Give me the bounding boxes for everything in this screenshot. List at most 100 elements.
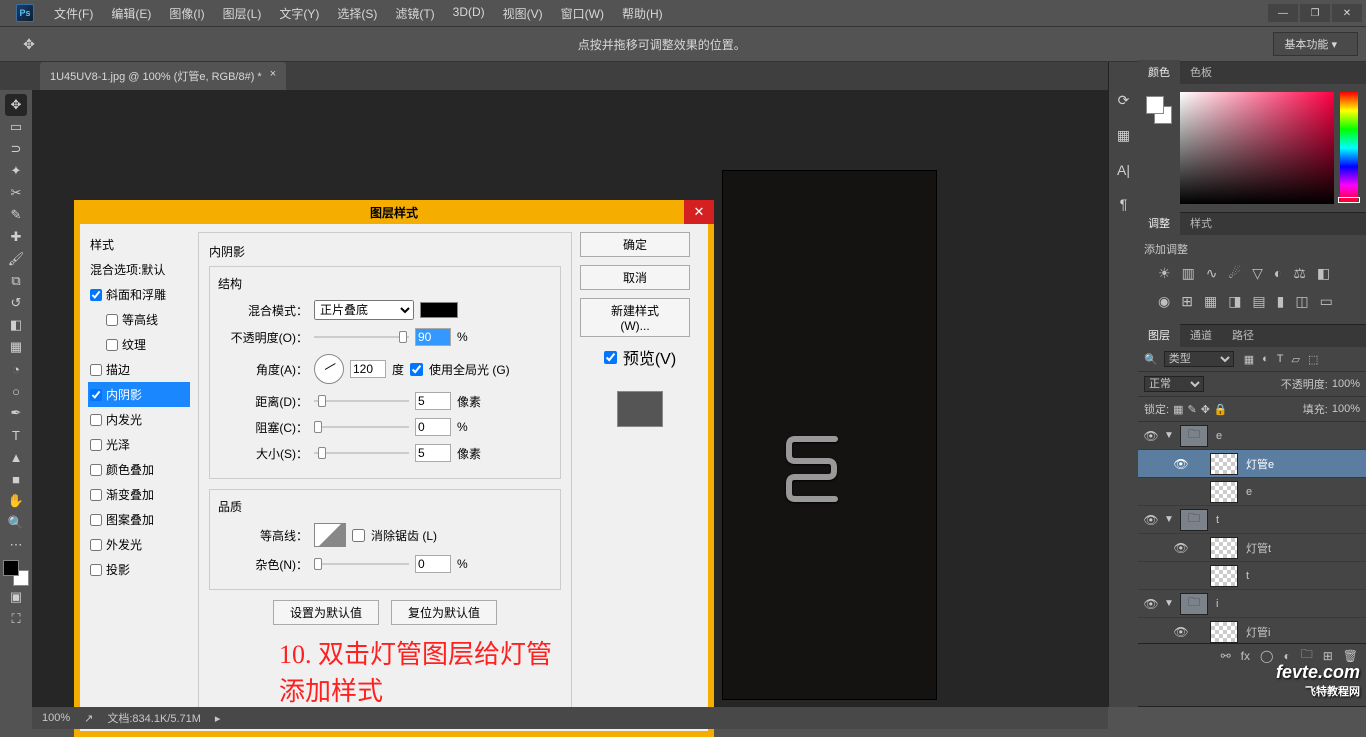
search-icon[interactable]: 🔍 — [1144, 353, 1158, 366]
move-tool[interactable]: ✥ — [5, 94, 27, 116]
layer-name[interactable]: 灯管e — [1242, 456, 1362, 472]
choke-input[interactable]: 0 — [415, 418, 451, 436]
menu-layer[interactable]: 图层(L) — [215, 1, 270, 26]
layer-fx-icon[interactable]: fx — [1241, 649, 1250, 663]
layer-thumbnail[interactable]: 🗀 — [1180, 425, 1208, 447]
brightness-icon[interactable]: ☀ — [1158, 265, 1171, 282]
selective-icon[interactable]: ◫ — [1295, 293, 1308, 310]
inner-shadow-checkbox[interactable] — [90, 389, 102, 401]
layer-name[interactable]: e — [1212, 430, 1362, 442]
new-adjust-icon[interactable]: ◐ — [1283, 649, 1290, 663]
style-blend-default[interactable]: 混合选项:默认 — [88, 257, 190, 282]
dialog-close-button[interactable]: ✕ — [684, 200, 714, 224]
visibility-toggle[interactable]: 👁 — [1142, 597, 1160, 611]
filter-adj-icon[interactable]: ◐ — [1262, 353, 1269, 366]
angle-dial[interactable] — [314, 354, 344, 384]
menu-help[interactable]: 帮助(H) — [614, 1, 671, 26]
heal-tool[interactable]: ✚ — [5, 226, 27, 248]
antialias-checkbox[interactable] — [352, 529, 365, 542]
bw-icon[interactable]: ◧ — [1317, 265, 1330, 282]
group-arrow[interactable]: ▼ — [1164, 514, 1176, 525]
visibility-toggle[interactable]: 👁 — [1142, 513, 1160, 527]
color-tab[interactable]: 颜色 — [1138, 60, 1180, 84]
menu-3d[interactable]: 3D(D) — [445, 1, 493, 26]
layer-item[interactable]: e — [1138, 478, 1366, 506]
eraser-tool[interactable]: ◧ — [5, 314, 27, 336]
ok-button[interactable]: 确定 — [580, 232, 690, 257]
visibility-toggle[interactable]: 👁 — [1172, 541, 1190, 555]
history-icon[interactable]: ⟳ — [1118, 92, 1130, 109]
layer-kind-select[interactable]: 类型 — [1164, 351, 1234, 367]
visibility-toggle[interactable]: 👁 — [1172, 625, 1190, 639]
layer-name[interactable]: 灯管i — [1242, 624, 1362, 640]
maximize-button[interactable]: ❐ — [1300, 4, 1330, 22]
lock-pos-icon[interactable]: ✥ — [1201, 403, 1210, 416]
zoom-tool[interactable]: 🔍 — [5, 512, 27, 534]
menu-filter[interactable]: 滤镜(T) — [387, 1, 442, 26]
layer-name[interactable]: e — [1242, 486, 1362, 498]
layer-mask-icon[interactable]: ◯ — [1260, 649, 1273, 663]
inner-glow-checkbox[interactable] — [90, 414, 102, 426]
doc-info[interactable]: 文档:834.1K/5.71M — [107, 710, 201, 726]
brush-tool[interactable]: 🖌 — [5, 248, 27, 270]
new-layer-icon[interactable]: ⊞ — [1323, 649, 1333, 663]
posterize-icon[interactable]: ▤ — [1252, 293, 1265, 310]
opacity-slider[interactable] — [314, 330, 409, 344]
marquee-tool[interactable]: ▭ — [5, 116, 27, 138]
layer-thumbnail[interactable] — [1210, 537, 1238, 559]
threshold-icon[interactable]: ▮ — [1277, 293, 1285, 310]
menu-window[interactable]: 窗口(W) — [553, 1, 612, 26]
crop-tool[interactable]: ✂ — [5, 182, 27, 204]
menu-type[interactable]: 文字(Y) — [271, 1, 327, 26]
link-layers-icon[interactable]: ⚯ — [1221, 649, 1231, 663]
drop-shadow-checkbox[interactable] — [90, 564, 102, 576]
layer-item[interactable]: 👁▼🗀t — [1138, 506, 1366, 534]
layer-item[interactable]: 👁 ▼ 🗀 i — [1138, 590, 1366, 618]
fg-bg-swatch[interactable] — [3, 560, 29, 586]
balance-icon[interactable]: ⚖ — [1293, 265, 1306, 282]
layer-thumbnail[interactable] — [1210, 565, 1238, 587]
gradient-overlay-checkbox[interactable] — [90, 489, 102, 501]
layer-name[interactable]: i — [1212, 598, 1362, 610]
style-stroke[interactable]: 描边 — [88, 357, 190, 382]
preview-checkbox[interactable] — [604, 351, 617, 364]
style-bevel[interactable]: 斜面和浮雕 — [88, 282, 190, 307]
wand-tool[interactable]: ✦ — [5, 160, 27, 182]
gradient-map-icon[interactable]: ▭ — [1320, 293, 1333, 310]
blend-mode-select[interactable]: 正片叠底 — [314, 300, 414, 320]
color-overlay-checkbox[interactable] — [90, 464, 102, 476]
layer-item[interactable]: 👁灯管t — [1138, 534, 1366, 562]
style-inner-shadow[interactable]: 内阴影 — [88, 382, 190, 407]
shadow-color-swatch[interactable] — [420, 302, 458, 318]
group-arrow[interactable]: ▼ — [1164, 598, 1176, 609]
style-inner-glow[interactable]: 内发光 — [88, 407, 190, 432]
layer-name[interactable]: t — [1242, 570, 1362, 582]
outer-glow-checkbox[interactable] — [90, 539, 102, 551]
layer-thumbnail[interactable]: 🗀 — [1180, 593, 1208, 615]
new-style-button[interactable]: 新建样式(W)... — [580, 298, 690, 337]
lock-all-icon[interactable]: 🔒 — [1214, 403, 1228, 416]
brush-panel-icon[interactable]: ▦ — [1117, 127, 1130, 144]
zoom-level[interactable]: 100% — [42, 712, 70, 724]
lock-pixel-icon[interactable]: ✎ — [1187, 403, 1196, 416]
style-texture[interactable]: 纹理 — [88, 332, 190, 357]
layer-name[interactable]: t — [1212, 514, 1362, 526]
path-select-tool[interactable]: ▲ — [5, 446, 27, 468]
lookup-icon[interactable]: ▦ — [1204, 293, 1217, 310]
filter-pixel-icon[interactable]: ▦ — [1244, 353, 1254, 366]
hue-icon[interactable]: ◐ — [1274, 265, 1282, 282]
vibrance-icon[interactable]: ▽ — [1252, 265, 1263, 282]
fg-color[interactable] — [3, 560, 19, 576]
share-icon[interactable]: ↗ — [84, 712, 93, 725]
filter-type-icon[interactable]: T — [1277, 353, 1284, 366]
blend-mode-layer-select[interactable]: 正常 — [1144, 376, 1204, 392]
fill-value[interactable]: 100% — [1332, 403, 1360, 415]
layers-tab[interactable]: 图层 — [1138, 323, 1180, 347]
size-input[interactable]: 5 — [415, 444, 451, 462]
size-slider[interactable] — [314, 446, 409, 460]
layer-item[interactable]: 👁灯管e — [1138, 450, 1366, 478]
contour-checkbox[interactable] — [106, 314, 118, 326]
layer-thumbnail[interactable] — [1210, 621, 1238, 643]
swatches-tab[interactable]: 色板 — [1180, 60, 1222, 84]
curves-icon[interactable]: ∿ — [1206, 265, 1218, 282]
